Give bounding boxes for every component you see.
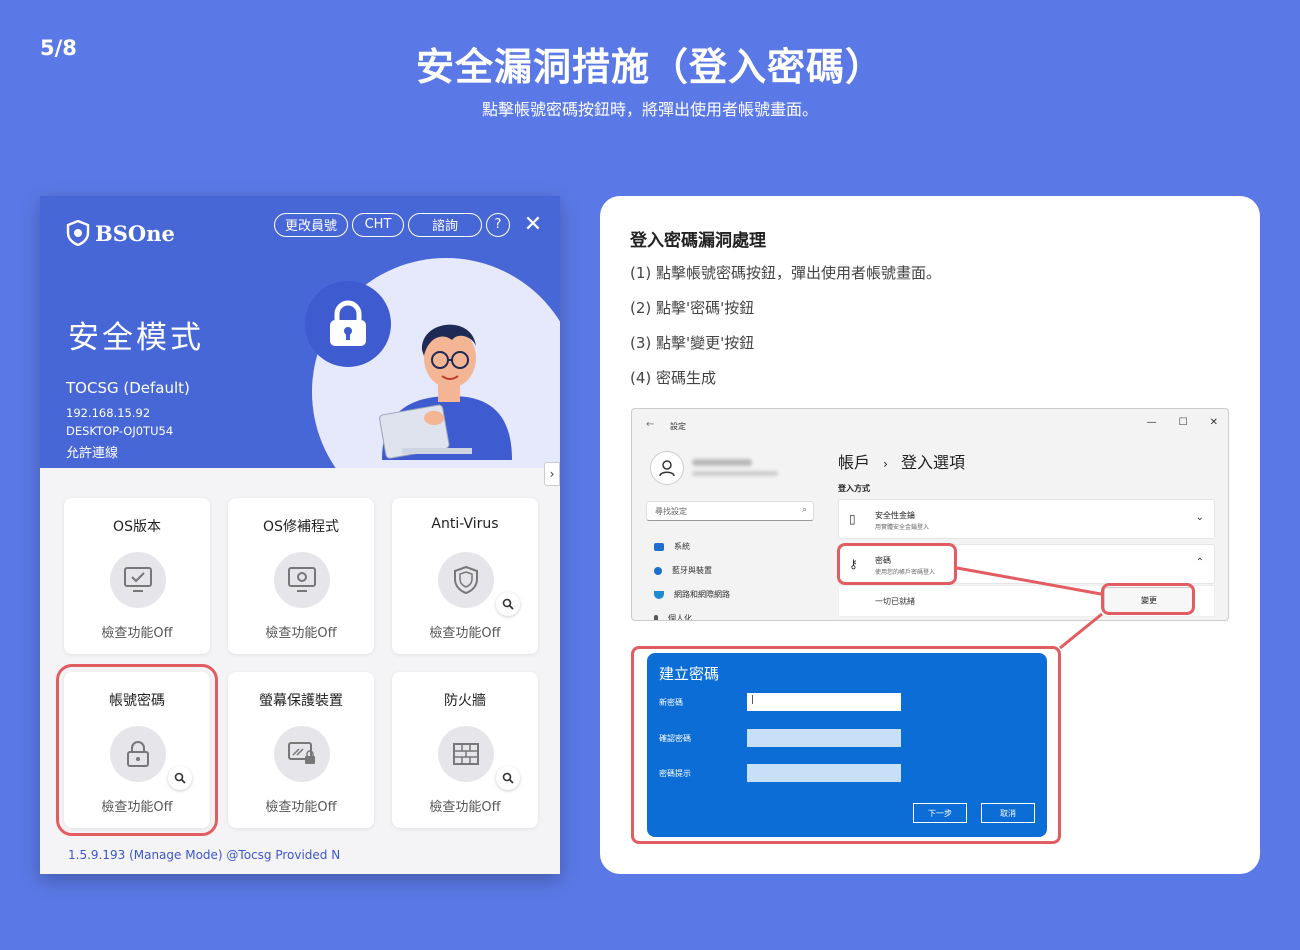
lock-icon <box>127 741 149 767</box>
card-icon-bg <box>274 726 330 782</box>
card-icon-bg <box>438 552 494 608</box>
card-status: 檢查功能Off <box>265 626 337 641</box>
card-title: Anti-Virus <box>431 516 499 532</box>
card-os-version[interactable]: OS版本 檢查功能Off <box>64 498 210 654</box>
lock-badge <box>305 281 391 367</box>
app-header: BSOne 更改員號 CHT 諮詢 ? ✕ 安全模式 TOCSG (Defaul… <box>40 196 560 468</box>
hostname: DESKTOP-OJ0TU54 <box>66 424 174 438</box>
padlock-icon <box>330 300 366 346</box>
card-status: 檢查功能Off <box>101 800 173 815</box>
bsone-app-window: BSOne 更改員號 CHT 諮詢 ? ✕ 安全模式 TOCSG (Defaul… <box>40 196 560 874</box>
search-icon[interactable] <box>496 592 520 616</box>
brand-name: BSOne <box>95 220 175 246</box>
card-title: 螢幕保護裝置 <box>259 693 343 709</box>
card-status: 檢查功能Off <box>101 626 173 641</box>
ip-address: 192.168.15.92 <box>66 406 151 420</box>
card-title: OS版本 <box>113 519 161 535</box>
card-icon-bg <box>438 726 494 782</box>
change-staff-button[interactable]: 更改員號 <box>274 212 348 237</box>
card-status: 檢查功能Off <box>265 800 337 815</box>
close-button[interactable]: ✕ <box>520 212 546 237</box>
search-icon[interactable] <box>168 766 192 790</box>
card-title: 防火牆 <box>444 693 486 709</box>
inquiry-button[interactable]: 諮詢 <box>408 212 482 237</box>
language-button[interactable]: CHT <box>352 212 404 237</box>
mode-title: 安全模式 <box>68 320 204 356</box>
card-anti-virus[interactable]: Anti-Virus 檢查功能Off <box>392 498 538 654</box>
org-name: TOCSG (Default) <box>66 379 190 397</box>
slide-title: 安全漏洞措施（登入密碼） <box>415 45 884 89</box>
monitor-gear-icon <box>288 567 316 592</box>
card-status: 檢查功能Off <box>429 626 501 641</box>
monitor-check-icon <box>124 567 152 592</box>
screen-lock-icon <box>288 742 315 764</box>
search-icon[interactable] <box>496 766 520 790</box>
card-icon-bg <box>110 552 166 608</box>
guide-card: 登入密碼漏洞處理 (1) 點擊帳號密碼按鈕，彈出使用者帳號畫面。 (2) 點擊'… <box>600 196 1260 874</box>
shield-icon <box>454 565 478 595</box>
card-icon-bg <box>274 552 330 608</box>
annotation-connectors <box>956 566 1103 650</box>
expand-panel-button[interactable]: › <box>544 462 560 486</box>
header-toolbar: 更改員號 CHT 諮詢 ? ✕ <box>274 212 546 237</box>
brand-logo: BSOne <box>66 220 175 246</box>
card-screensaver[interactable]: 螢幕保護裝置 檢查功能Off <box>228 672 374 828</box>
firewall-icon <box>453 743 479 765</box>
card-title: OS修補程式 <box>263 519 339 535</box>
version-text: 1.5.9.193 (Manage Mode) @Tocsg Provided … <box>68 848 341 862</box>
shield-logo-icon <box>66 220 90 246</box>
card-account-password[interactable]: 帳號密碼 檢查功能Off <box>56 664 218 836</box>
card-title: 帳號密碼 <box>109 693 165 709</box>
card-os-patch[interactable]: OS修補程式 檢查功能Off <box>228 498 374 654</box>
connection-status: 允許連線 <box>66 446 119 461</box>
help-button[interactable]: ? <box>486 212 510 237</box>
card-icon-bg <box>110 726 166 782</box>
card-firewall[interactable]: 防火牆 檢查功能Off <box>392 672 538 828</box>
slide-subtitle: 點擊帳號密碼按鈕時，將彈出使用者帳號畫面。 <box>481 100 818 119</box>
card-status: 檢查功能Off <box>429 800 501 815</box>
